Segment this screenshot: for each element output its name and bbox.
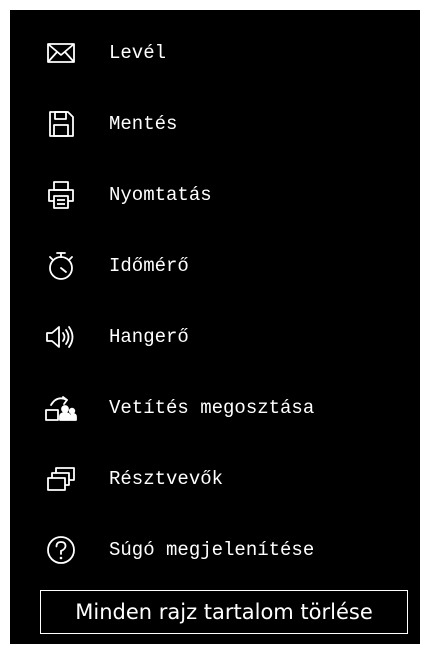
menu-item-label: Időmérő (109, 255, 189, 277)
envelope-icon (44, 36, 78, 70)
menu-item-label: Nyomtatás (109, 184, 212, 206)
stopwatch-icon (44, 249, 78, 283)
menu-item-help[interactable]: Súgó megjelenítése (10, 520, 420, 580)
menu-item-label: Mentés (109, 113, 178, 135)
menu-item-label: Levél (109, 42, 167, 64)
menu-item-participants[interactable]: Résztvevők (10, 449, 420, 509)
menu-item-label: Vetítés megosztása (109, 397, 315, 419)
menu-item-volume[interactable]: Hangerő (10, 307, 420, 367)
menu-item-save[interactable]: Mentés (10, 94, 420, 154)
menu-item-label: Résztvevők (109, 468, 224, 490)
menu-panel: Levél Mentés Nyomtatás Időmérő Hangerő V… (10, 10, 420, 644)
menu-item-print[interactable]: Nyomtatás (10, 165, 420, 225)
floppy-disk-icon (44, 107, 78, 141)
share-projection-icon (44, 391, 78, 425)
menu-item-mail[interactable]: Levél (10, 23, 420, 83)
help-question-icon (44, 533, 78, 567)
speaker-volume-icon (44, 320, 78, 354)
printer-icon (44, 178, 78, 212)
menu-item-timer[interactable]: Időmérő (10, 236, 420, 296)
menu-item-share-projection[interactable]: Vetítés megosztása (10, 378, 420, 438)
participants-windows-icon (44, 462, 78, 496)
menu-item-label: Hangerő (109, 326, 189, 348)
menu-item-label: Súgó megjelenítése (109, 539, 315, 561)
clear-all-drawings-button[interactable]: Minden rajz tartalom törlése (40, 590, 408, 634)
